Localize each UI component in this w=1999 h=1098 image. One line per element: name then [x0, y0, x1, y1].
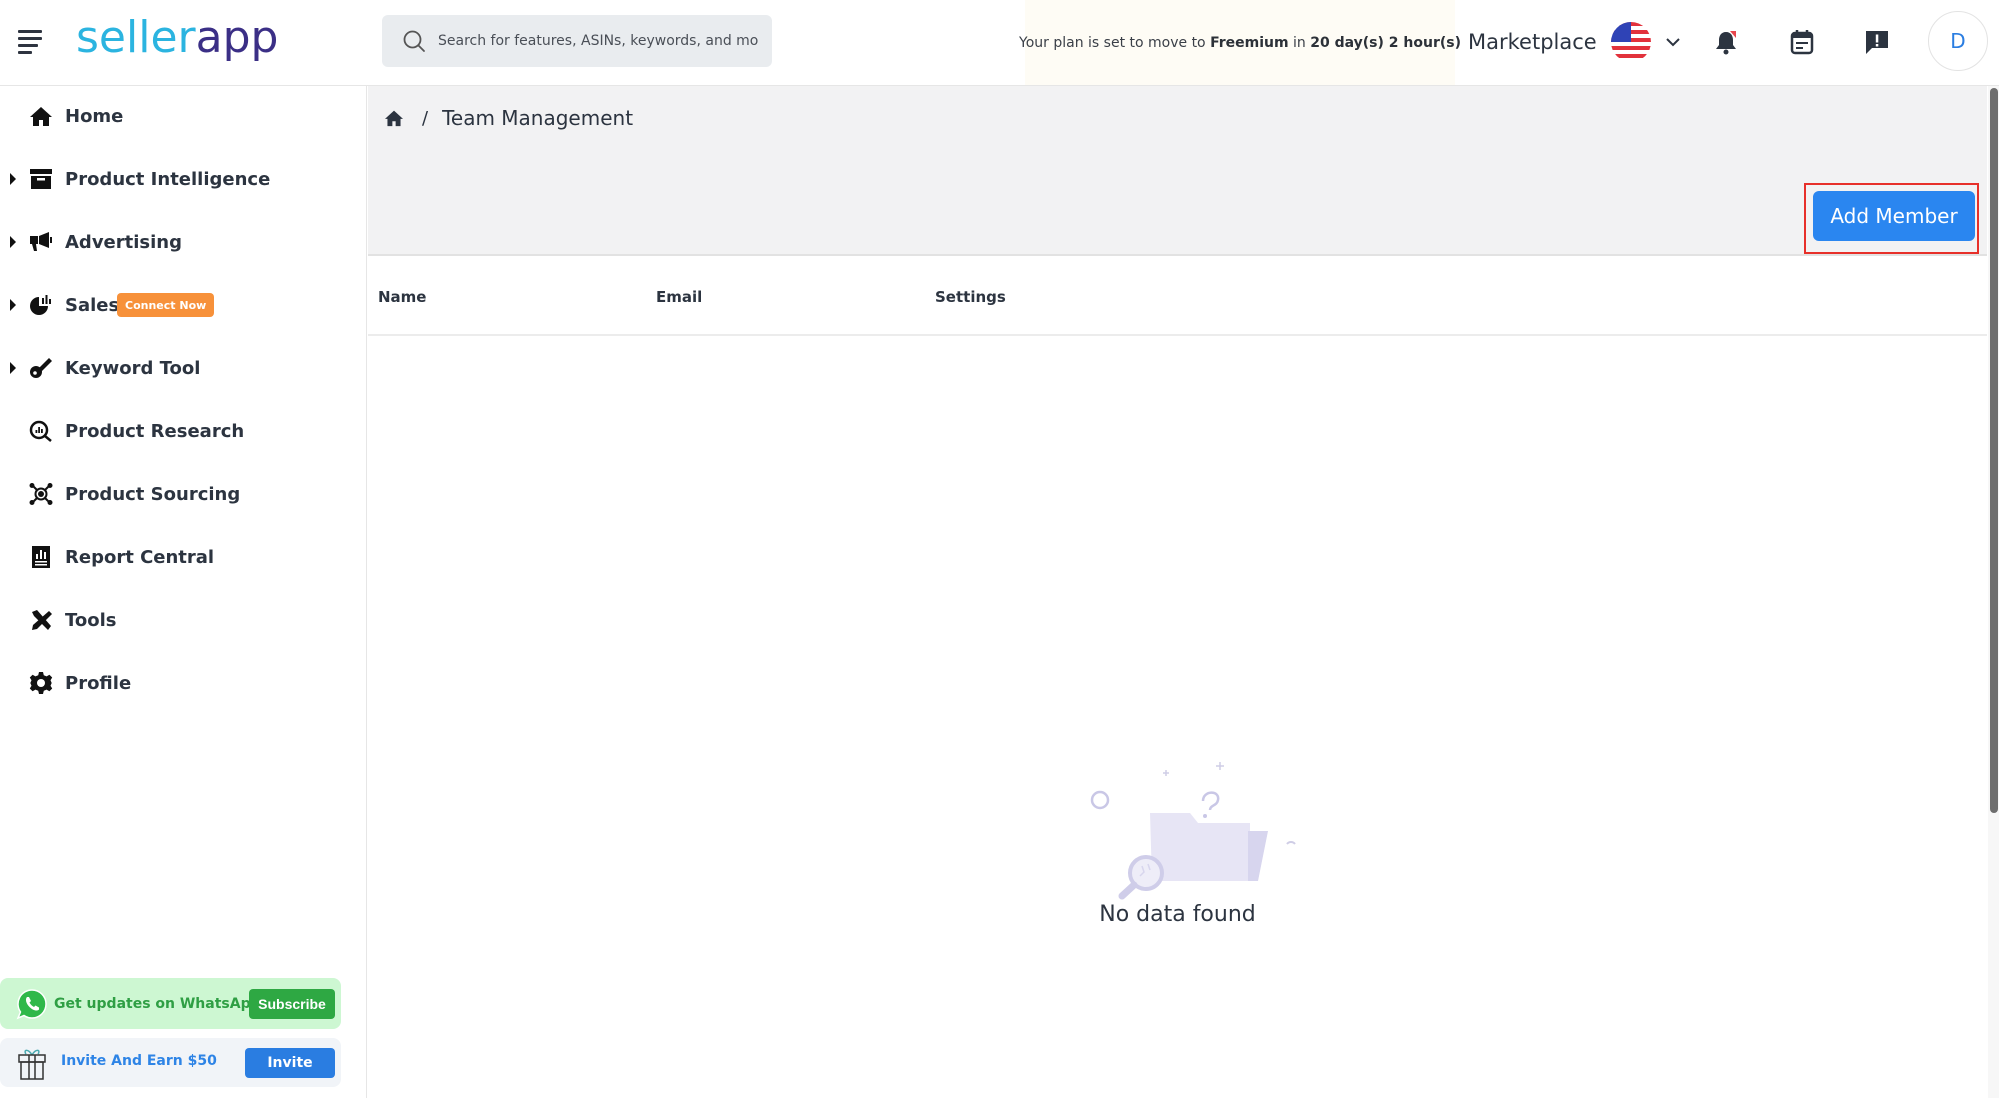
global-search[interactable]	[382, 15, 772, 67]
whatsapp-banner-text: Get updates on WhatsApp	[54, 995, 261, 1012]
megaphone-icon	[28, 229, 54, 255]
sidebar-item-label: Tools	[65, 609, 117, 631]
top-header: sellerapp Your plan is set to move to Fr…	[0, 0, 1999, 86]
empty-state-message: No data found	[1099, 902, 1256, 927]
sidebar-item-label: Product Research	[65, 420, 245, 442]
main-content: / Team Management Add Member Name Email …	[368, 86, 1987, 1098]
sidebar-item-label: Profile	[65, 672, 132, 694]
breadcrumb-home-icon[interactable]	[384, 109, 404, 127]
search-input[interactable]	[438, 33, 758, 49]
sidebar-item-label: Sales	[65, 294, 120, 316]
plan-notice-prefix: Your plan is set to move to	[1019, 34, 1206, 51]
marketplace-label: Marketplace	[1468, 30, 1597, 54]
sidebar-item-label: Product Intelligence	[65, 168, 271, 190]
logo-text-seller: seller	[76, 12, 196, 63]
plan-notice-middle: in	[1293, 34, 1306, 51]
invite-button[interactable]: Invite	[245, 1048, 335, 1078]
invite-banner-text: Invite And Earn $50	[61, 1053, 217, 1069]
sidebar-item-label: Product Sourcing	[65, 483, 241, 505]
sidebar-item-profile[interactable]: Profile	[0, 661, 366, 705]
notification-bell-icon[interactable]	[1712, 28, 1740, 56]
sidebar-item-label: Keyword Tool	[65, 357, 201, 379]
caret-right-icon	[10, 173, 16, 185]
search-icon	[403, 30, 425, 52]
sidebar-item-keyword-tool[interactable]: Keyword Tool	[0, 346, 366, 390]
scrollbar-thumb[interactable]	[1990, 88, 1998, 813]
breadcrumb: / Team Management	[384, 106, 633, 130]
archive-box-icon	[28, 166, 54, 192]
sidebar-item-report-central[interactable]: Report Central	[0, 535, 366, 579]
network-icon	[28, 481, 54, 507]
page-title: Team Management	[442, 106, 634, 130]
sidebar-item-label: Advertising	[65, 231, 182, 253]
gift-icon	[18, 1049, 46, 1080]
vertical-scrollbar[interactable]	[1988, 86, 1999, 1098]
sidebar-item-label: Report Central	[65, 546, 215, 568]
subscribe-button[interactable]: Subscribe	[249, 989, 335, 1019]
sellerapp-logo[interactable]: sellerapp	[76, 12, 278, 63]
caret-right-icon	[10, 362, 16, 374]
sidebar-item-product-research[interactable]: Product Research	[0, 409, 366, 453]
gear-icon	[28, 670, 54, 696]
sidebar-item-product-sourcing[interactable]: Product Sourcing	[0, 472, 366, 516]
plan-notice: Your plan is set to move to Freemium in …	[1019, 0, 1461, 85]
pie-chart-icon	[28, 292, 54, 318]
add-member-button[interactable]: Add Member	[1813, 191, 1975, 241]
report-icon	[28, 544, 54, 570]
caret-right-icon	[10, 299, 16, 311]
invite-banner: Invite And Earn $50 Invite	[0, 1038, 341, 1087]
chevron-down-icon	[1665, 38, 1680, 47]
sidebar-item-sales[interactable]: Sales Connect Now	[0, 283, 366, 327]
logo-text-app: app	[195, 12, 279, 63]
tools-icon	[28, 607, 54, 633]
user-avatar[interactable]: D	[1928, 11, 1988, 71]
column-header-name[interactable]: Name	[378, 288, 426, 306]
us-flag-icon	[1610, 22, 1651, 62]
plan-time-remaining: 20 day(s) 2 hour(s)	[1310, 34, 1461, 51]
marketplace-selector[interactable]: Marketplace	[1468, 22, 1681, 62]
sidebar-item-product-intelligence[interactable]: Product Intelligence	[0, 157, 366, 201]
whatsapp-banner: Get updates on WhatsApp Subscribe	[0, 978, 341, 1029]
magnify-chart-icon	[28, 418, 54, 444]
sidebar-item-label: Home	[65, 105, 124, 127]
home-icon	[28, 103, 54, 129]
whatsapp-icon	[16, 989, 47, 1020]
connect-now-badge[interactable]: Connect Now	[117, 293, 215, 317]
calendar-icon[interactable]	[1788, 28, 1816, 56]
empty-folder-illustration-icon	[1090, 762, 1296, 900]
breadcrumb-separator: /	[422, 107, 429, 129]
table-header-row: Name Email Settings	[368, 258, 1987, 336]
sidebar-item-tools[interactable]: Tools	[0, 598, 366, 642]
menu-toggle-icon[interactable]	[18, 30, 42, 54]
sidebar: Home Product Intelligence Advertising Sa…	[0, 86, 367, 1098]
caret-right-icon	[10, 236, 16, 248]
sidebar-item-home[interactable]: Home	[0, 94, 366, 138]
sidebar-item-advertising[interactable]: Advertising	[0, 220, 366, 264]
feedback-alert-icon[interactable]	[1863, 28, 1891, 56]
column-header-email[interactable]: Email	[656, 288, 702, 306]
key-icon	[28, 355, 54, 381]
column-header-settings[interactable]: Settings	[935, 288, 1006, 306]
plan-name: Freemium	[1210, 34, 1289, 51]
page-header: / Team Management Add Member	[368, 86, 1987, 256]
add-member-highlight: Add Member	[1804, 183, 1979, 254]
